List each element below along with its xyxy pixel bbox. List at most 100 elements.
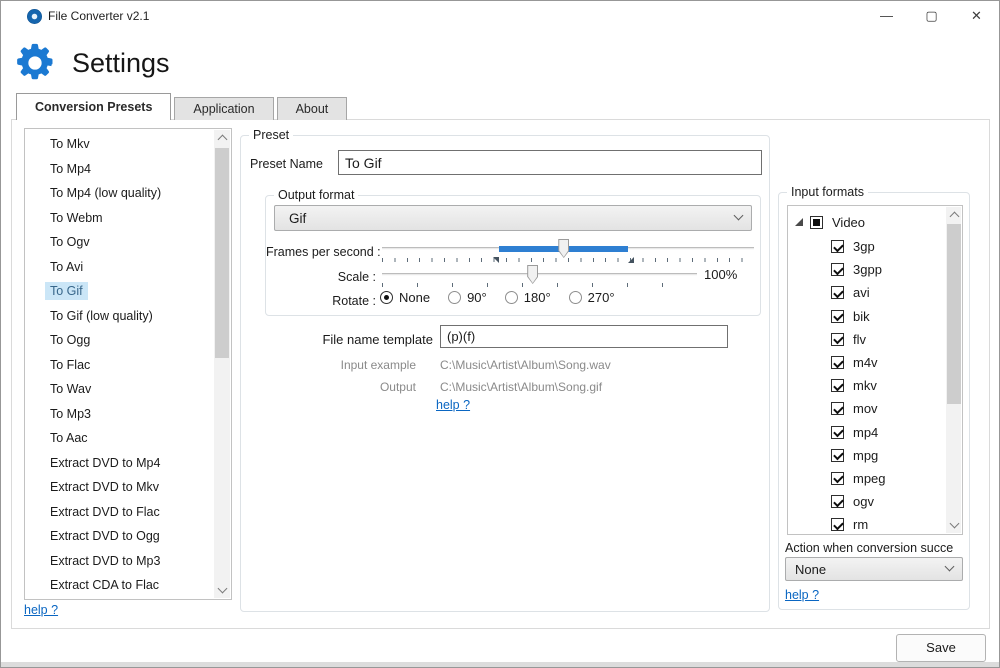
formats-help-link[interactable]: help ?: [785, 588, 819, 602]
format-item-mov[interactable]: mov: [788, 397, 962, 420]
list-item[interactable]: To Flac: [25, 353, 214, 378]
format-item-m4v[interactable]: m4v: [788, 351, 962, 374]
page-title: Settings: [72, 48, 170, 79]
list-item[interactable]: To Mp4 (low quality): [25, 181, 214, 206]
preset-list-scrollbar[interactable]: [214, 130, 230, 598]
list-item[interactable]: To Gif (low quality): [25, 304, 214, 329]
formats-scrollbar[interactable]: [946, 207, 961, 533]
checkbox-checked-icon[interactable]: [831, 310, 844, 323]
action-value: None: [786, 562, 826, 577]
checkbox-checked-icon[interactable]: [831, 402, 844, 415]
radio-icon: [448, 291, 461, 304]
minimize-button[interactable]: —: [864, 1, 909, 31]
checkbox-indeterminate-icon[interactable]: [810, 216, 823, 229]
checkbox-checked-icon[interactable]: [831, 356, 844, 369]
chevron-down-icon[interactable]: [946, 517, 962, 533]
maximize-button[interactable]: ▢: [909, 1, 954, 31]
format-item-mkv[interactable]: mkv: [788, 374, 962, 397]
format-item-3gp[interactable]: 3gp: [788, 235, 962, 258]
preset-name-input[interactable]: [338, 150, 762, 175]
output-format-dropdown[interactable]: Gif: [274, 205, 752, 231]
presets-help-link[interactable]: help ?: [24, 603, 58, 617]
format-item-mpeg[interactable]: mpeg: [788, 467, 962, 490]
format-item-label: bik: [853, 309, 870, 324]
chevron-up-icon[interactable]: [214, 130, 230, 146]
rotate-option-label: 270°: [588, 290, 615, 305]
checkbox-checked-icon[interactable]: [831, 379, 844, 392]
tab-about[interactable]: About: [277, 97, 348, 120]
checkbox-checked-icon[interactable]: [831, 286, 844, 299]
checkbox-checked-icon[interactable]: [831, 449, 844, 462]
list-item[interactable]: Extract DVD to Mp3: [25, 549, 214, 574]
format-item-mp4[interactable]: mp4: [788, 421, 962, 444]
list-item[interactable]: To Ogv: [25, 230, 214, 255]
list-item[interactable]: Extract CDA to Flac: [25, 573, 214, 598]
rotate-option-label: None: [399, 290, 430, 305]
fps-slider-thumb[interactable]: [558, 239, 569, 258]
fps-slider[interactable]: [382, 247, 754, 250]
list-item[interactable]: To Wav: [25, 377, 214, 402]
list-item[interactable]: To Webm: [25, 206, 214, 231]
chevron-up-icon[interactable]: [946, 207, 962, 223]
format-item-mpg[interactable]: mpg: [788, 444, 962, 467]
scale-slider-thumb[interactable]: [527, 265, 538, 284]
format-item-label: ogv: [853, 494, 874, 509]
format-item-3gpp[interactable]: 3gpp: [788, 258, 962, 281]
list-item[interactable]: To Mkv: [25, 132, 214, 157]
format-item-label: mkv: [853, 378, 877, 393]
scale-ticks: [382, 283, 697, 287]
radio-icon: [380, 291, 393, 304]
preset-groupbox: Preset Preset Name Output format Gif Fra…: [240, 135, 770, 612]
tab-application[interactable]: Application: [174, 97, 273, 120]
list-item[interactable]: To Mp3: [25, 402, 214, 427]
list-item[interactable]: Extract DVD to Ogg: [25, 524, 214, 549]
chevron-down-icon[interactable]: [214, 582, 230, 598]
checkbox-checked-icon[interactable]: [831, 518, 844, 531]
tab-conversion-presets[interactable]: Conversion Presets: [16, 93, 171, 120]
save-button[interactable]: Save: [896, 634, 986, 662]
template-help-link[interactable]: help ?: [436, 398, 470, 412]
action-dropdown[interactable]: None: [785, 557, 963, 581]
scrollbar-thumb[interactable]: [947, 224, 961, 404]
format-item-flv[interactable]: flv: [788, 328, 962, 351]
list-item[interactable]: Extract DVD to Mkv: [25, 475, 214, 500]
preset-group-label: Preset: [249, 128, 293, 142]
file-name-template-label: File name template: [299, 332, 433, 347]
list-item[interactable]: Extract DVD to Mp4: [25, 451, 214, 476]
checkbox-checked-icon[interactable]: [831, 426, 844, 439]
format-item-rm[interactable]: rm: [788, 513, 962, 535]
format-item-ogv[interactable]: ogv: [788, 490, 962, 513]
window-controls: — ▢ ✕: [864, 1, 999, 31]
list-item[interactable]: To Gif: [25, 279, 214, 304]
list-item[interactable]: To Aac: [25, 426, 214, 451]
fps-ticks: [382, 258, 754, 262]
format-item-label: 3gp: [853, 239, 875, 254]
checkbox-checked-icon[interactable]: [831, 495, 844, 508]
radio-icon: [505, 291, 518, 304]
format-item-bik[interactable]: bik: [788, 305, 962, 328]
chevron-down-icon: [945, 562, 955, 572]
rotate-option-90[interactable]: 90°: [448, 290, 487, 305]
checkbox-checked-icon[interactable]: [831, 472, 844, 485]
rotate-option-180[interactable]: 180°: [505, 290, 551, 305]
input-example-value: C:\Music\Artist\Album\Song.wav: [440, 358, 611, 372]
list-item[interactable]: Extract DVD to Flac: [25, 500, 214, 525]
tree-root-label: Video: [832, 215, 865, 230]
list-item[interactable]: To Avi: [25, 255, 214, 280]
checkbox-checked-icon[interactable]: [831, 263, 844, 276]
format-item-avi[interactable]: avi: [788, 281, 962, 304]
rotate-option-label: 180°: [524, 290, 551, 305]
checkbox-checked-icon[interactable]: [831, 240, 844, 253]
tree-expander-icon[interactable]: [795, 218, 803, 226]
close-button[interactable]: ✕: [954, 1, 999, 31]
list-item[interactable]: To Mp4: [25, 157, 214, 182]
scale-slider[interactable]: [382, 273, 697, 276]
format-item-label: avi: [853, 285, 870, 300]
rotate-option-none[interactable]: None: [380, 290, 430, 305]
file-name-template-input[interactable]: [440, 325, 728, 348]
list-item[interactable]: To Ogg: [25, 328, 214, 353]
checkbox-checked-icon[interactable]: [831, 333, 844, 346]
tree-root-video[interactable]: Video: [788, 209, 962, 235]
scrollbar-thumb[interactable]: [215, 148, 229, 358]
rotate-option-270[interactable]: 270°: [569, 290, 615, 305]
